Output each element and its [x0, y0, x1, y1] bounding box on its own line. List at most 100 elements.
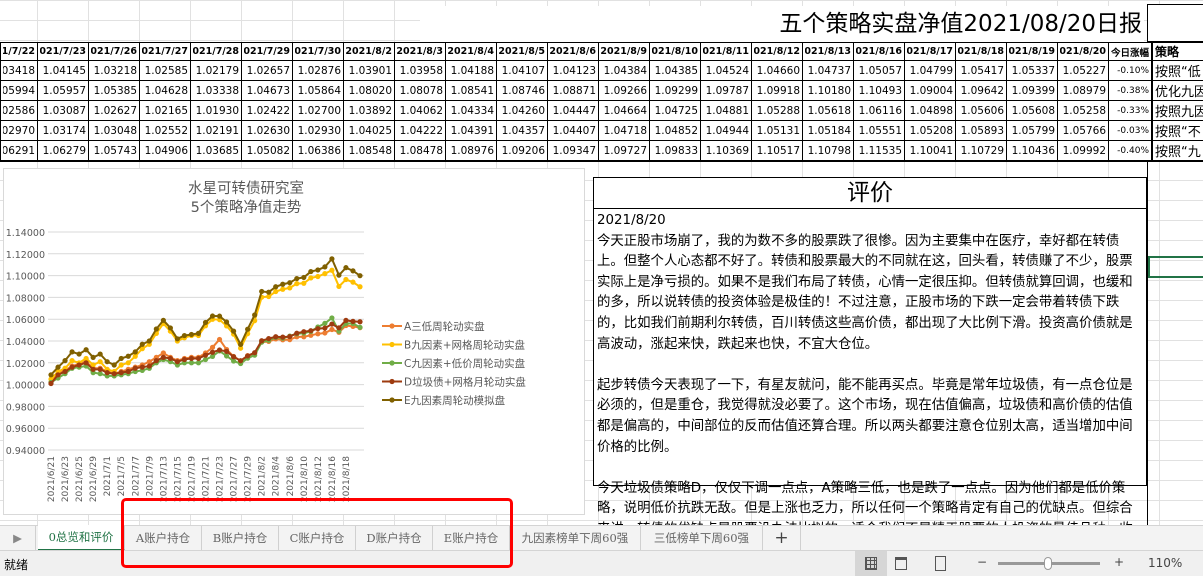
value-cell[interactable]: 1.09918: [751, 80, 803, 101]
value-cell[interactable]: 1.08976: [445, 140, 497, 162]
value-cell[interactable]: 1.03048: [88, 120, 140, 141]
header-cell[interactable]: 2021/8/10: [649, 42, 701, 61]
value-cell[interactable]: 1.04673: [241, 80, 293, 101]
header-cell-strategy[interactable]: 策略: [1151, 42, 1203, 61]
header-cell[interactable]: 2021/7/27: [139, 42, 191, 61]
value-cell[interactable]: 1.08020: [343, 80, 395, 101]
tab-overview[interactable]: 0总览和评价: [38, 525, 125, 551]
header-cell[interactable]: 2021/8/19: [1006, 42, 1058, 61]
value-cell[interactable]: 1.05606: [955, 100, 1007, 121]
strategy-cell[interactable]: 按照“不: [1151, 120, 1203, 141]
header-cell-change[interactable]: 今日涨幅: [1108, 42, 1153, 61]
value-cell[interactable]: 1.08478: [394, 140, 446, 162]
zoom-in-button[interactable]: +: [1114, 555, 1124, 569]
value-cell[interactable]: 1.05743: [88, 140, 140, 162]
value-cell[interactable]: 1.04025: [343, 120, 395, 141]
value-cell[interactable]: 1.04660: [751, 60, 803, 81]
value-cell[interactable]: 1.05957: [37, 80, 89, 101]
value-cell[interactable]: 1.04222: [394, 120, 446, 141]
header-cell[interactable]: 2021/8/11: [700, 42, 752, 61]
value-cell[interactable]: 1.02930: [292, 120, 344, 141]
value-cell[interactable]: 1.04384: [598, 60, 650, 81]
header-cell[interactable]: 2021/7/29: [241, 42, 293, 61]
add-sheet-button[interactable]: +: [763, 526, 801, 550]
value-cell[interactable]: 1.09299: [649, 80, 701, 101]
value-cell[interactable]: 1.09266: [598, 80, 650, 101]
value-cell[interactable]: 1.04718: [598, 120, 650, 141]
value-cell[interactable]: 1.03174: [37, 120, 89, 141]
value-cell[interactable]: 1.02552: [139, 120, 191, 141]
value-cell[interactable]: 1.02585: [139, 60, 191, 81]
value-cell[interactable]: 1.08871: [547, 80, 599, 101]
value-cell[interactable]: 1.06116: [853, 100, 905, 121]
value-cell[interactable]: 1.08541: [445, 80, 497, 101]
strategy-cell[interactable]: 按照“九: [1151, 140, 1203, 162]
value-cell[interactable]: 1.09642: [955, 80, 1007, 101]
header-cell[interactable]: 2021/8/16: [853, 42, 905, 61]
value-cell[interactable]: 1.04188: [445, 60, 497, 81]
value-cell[interactable]: 1.04391: [445, 120, 497, 141]
value-cell[interactable]: 1.10041: [904, 140, 956, 162]
value-cell[interactable]: 1.05385: [88, 80, 140, 101]
header-cell[interactable]: 2021/7/22: [0, 42, 38, 61]
tab-c-holdings[interactable]: C账户持仓: [279, 526, 356, 550]
value-cell[interactable]: 1.02586: [0, 100, 38, 121]
value-cell[interactable]: 1.03338: [190, 80, 242, 101]
value-cell[interactable]: 1.04357: [496, 120, 548, 141]
value-cell[interactable]: 1.05417: [955, 60, 1007, 81]
value-cell[interactable]: 1.09833: [649, 140, 701, 162]
strategy-cell[interactable]: 按照“低: [1151, 60, 1203, 81]
value-cell[interactable]: 1.02165: [139, 100, 191, 121]
value-cell[interactable]: 1.03892: [343, 100, 395, 121]
change-cell[interactable]: -0.38%: [1108, 80, 1153, 101]
value-cell[interactable]: 1.04737: [802, 60, 854, 81]
value-cell[interactable]: 1.04334: [445, 100, 497, 121]
value-cell[interactable]: 1.08078: [394, 80, 446, 101]
zoom-level[interactable]: 110%: [1148, 556, 1182, 570]
value-cell[interactable]: 1.05227: [1057, 60, 1109, 81]
change-cell[interactable]: -0.03%: [1108, 120, 1153, 141]
header-cell[interactable]: 2021/8/6: [547, 42, 599, 61]
tab-e-holdings[interactable]: E账户持仓: [433, 526, 510, 550]
value-cell[interactable]: 1.02191: [190, 120, 242, 141]
value-cell[interactable]: 1.06386: [292, 140, 344, 162]
header-cell[interactable]: 2021/7/28: [190, 42, 242, 61]
change-cell[interactable]: -0.10%: [1108, 60, 1153, 81]
value-cell[interactable]: 1.09347: [547, 140, 599, 162]
value-cell[interactable]: 1.03901: [343, 60, 395, 81]
value-cell[interactable]: 1.09399: [1006, 80, 1058, 101]
value-cell[interactable]: 1.08979: [1057, 80, 1109, 101]
header-cell[interactable]: 2021/8/13: [802, 42, 854, 61]
zoom-out-button[interactable]: −: [977, 555, 987, 569]
value-cell[interactable]: 1.03958: [394, 60, 446, 81]
value-cell[interactable]: 1.05288: [751, 100, 803, 121]
value-cell[interactable]: 1.09206: [496, 140, 548, 162]
value-cell[interactable]: 1.05608: [1006, 100, 1058, 121]
tab-d-holdings[interactable]: D账户持仓: [356, 526, 433, 550]
cell-selected-top[interactable]: [1147, 4, 1203, 42]
value-cell[interactable]: 1.04385: [649, 60, 701, 81]
header-cell[interactable]: 2021/8/9: [598, 42, 650, 61]
value-cell[interactable]: 1.01930: [190, 100, 242, 121]
tab-nine-factor-top60[interactable]: 九因素榜单下周60强: [510, 526, 641, 550]
value-cell[interactable]: 1.08548: [343, 140, 395, 162]
value-cell[interactable]: 1.02876: [292, 60, 344, 81]
header-cell[interactable]: 2021/8/4: [445, 42, 497, 61]
zoom-slider-thumb[interactable]: [1044, 557, 1052, 570]
value-cell[interactable]: 1.03685: [190, 140, 242, 162]
value-cell[interactable]: 1.04664: [598, 100, 650, 121]
value-cell[interactable]: 1.05208: [904, 120, 956, 141]
value-cell[interactable]: 1.05131: [751, 120, 803, 141]
value-cell[interactable]: 1.05082: [241, 140, 293, 162]
value-cell[interactable]: 1.02627: [88, 100, 140, 121]
value-cell[interactable]: 1.05057: [853, 60, 905, 81]
page-break-view-icon[interactable]: [935, 556, 946, 571]
value-cell[interactable]: 1.04628: [139, 80, 191, 101]
header-cell[interactable]: 2021/8/18: [955, 42, 1007, 61]
value-cell[interactable]: 1.05864: [292, 80, 344, 101]
value-cell[interactable]: 1.10493: [853, 80, 905, 101]
tab-three-low-top60[interactable]: 三低榜单下周60强: [641, 526, 763, 550]
value-cell[interactable]: 1.02970: [0, 120, 38, 141]
value-cell[interactable]: 1.02422: [241, 100, 293, 121]
header-cell[interactable]: 2021/8/17: [904, 42, 956, 61]
